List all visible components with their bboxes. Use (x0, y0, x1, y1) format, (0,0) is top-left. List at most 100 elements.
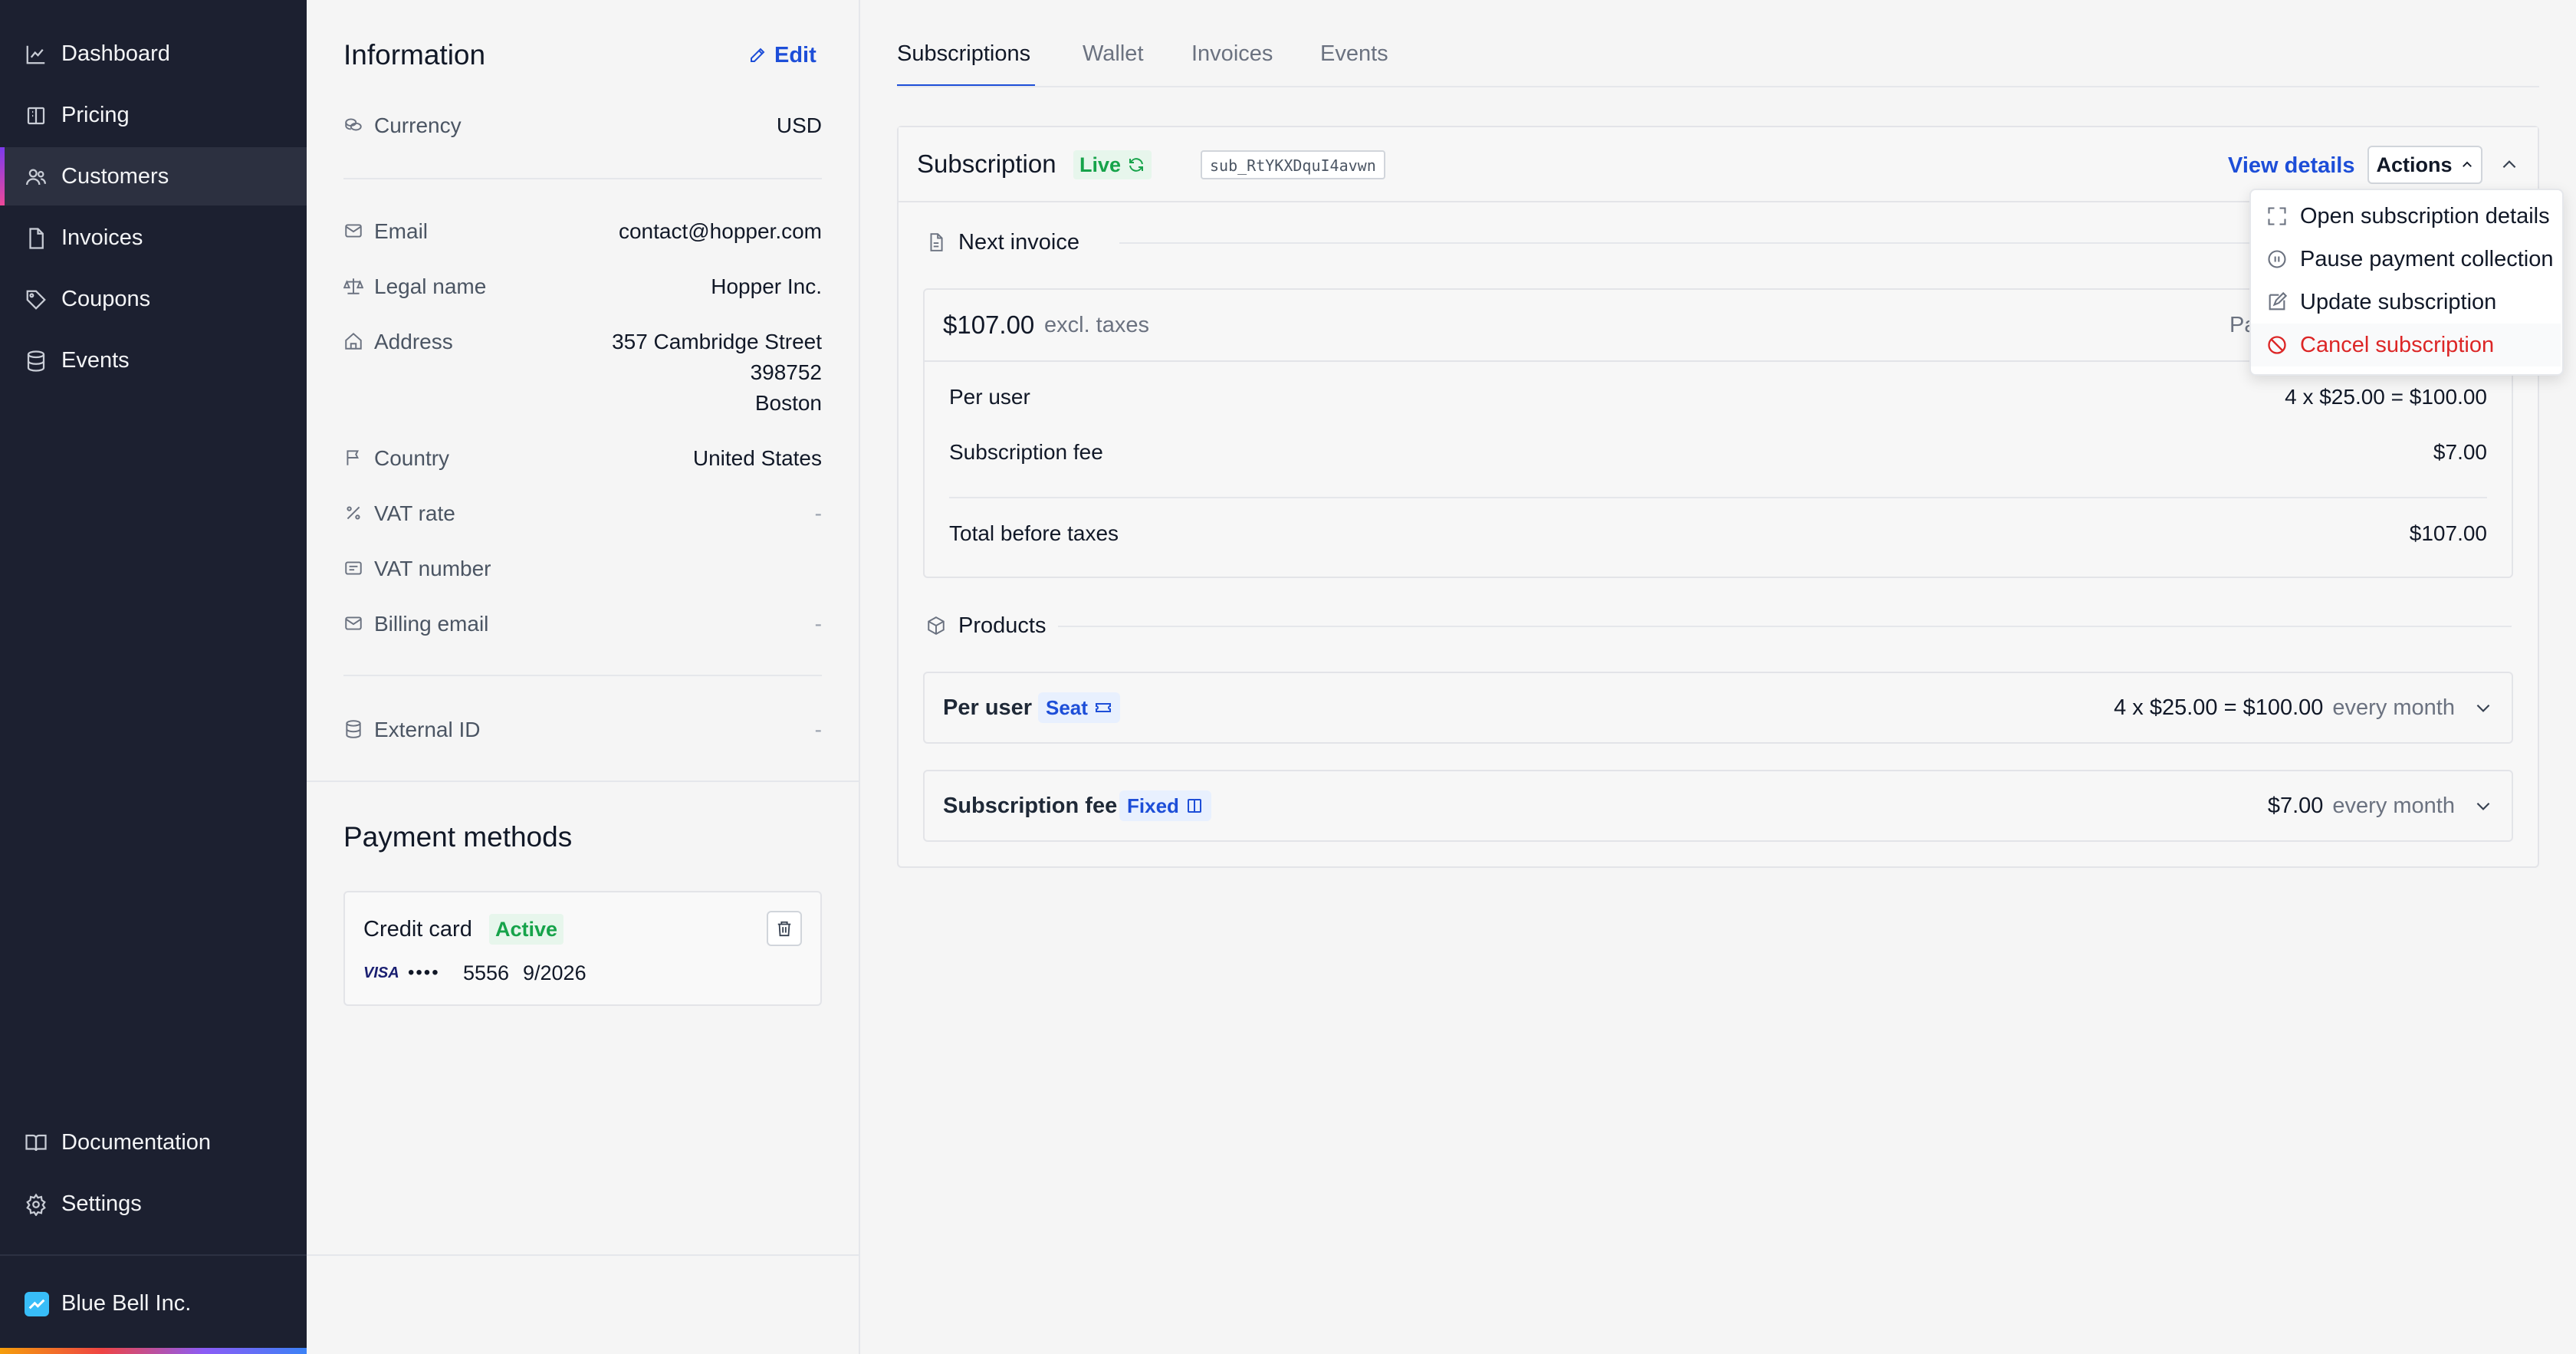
tab-subscriptions[interactable]: Subscriptions (897, 37, 1030, 71)
menu-item-open-details[interactable]: Open subscription details (2251, 195, 2561, 238)
live-badge: Live (1073, 150, 1152, 179)
product-row[interactable]: Per user Seat 4 x $25.00 = $100.00 every… (923, 672, 2513, 744)
product-price-value: 4 x $25.00 = $100.00 (2114, 695, 2324, 720)
sidebar-item-events[interactable]: Events (0, 331, 307, 389)
tag-icon (26, 290, 46, 310)
external-id-label: External ID (374, 718, 481, 741)
subscription-id[interactable]: sub_RtYKXDquI4avwn (1201, 150, 1385, 179)
actions-label: Actions (2376, 153, 2453, 176)
menu-item-cancel-subscription[interactable]: Cancel subscription (2251, 324, 2561, 366)
sidebar-item-documentation[interactable]: Documentation (0, 1113, 307, 1172)
divider (343, 675, 822, 676)
database-icon (346, 720, 361, 738)
address-line2: 398752 (750, 360, 822, 384)
brand-gradient-bar (0, 1348, 307, 1354)
sidebar-item-label: Customers (61, 164, 169, 189)
view-details-link[interactable]: View details (2228, 149, 2355, 182)
sidebar-item-dashboard[interactable]: Dashboard (0, 25, 307, 83)
sidebar-item-pricing[interactable]: Pricing (0, 86, 307, 144)
product-price: 4 x $25.00 = $100.00 every month (2114, 692, 2493, 723)
card-last4: 5556 (463, 961, 510, 984)
percent-icon (347, 506, 360, 520)
chart-line-icon (26, 45, 45, 64)
email-value[interactable]: contact@hopper.com (619, 216, 822, 247)
fixed-tag: Fixed (1119, 790, 1211, 821)
collapse-chevron-icon[interactable] (2499, 155, 2519, 175)
line-value: $7.00 (2433, 440, 2487, 464)
mail-icon (345, 224, 362, 238)
main-content: Subscriptions Wallet Invoices Events Sub… (860, 0, 2576, 1354)
sidebar-item-label: Dashboard (61, 41, 170, 66)
sidebar-item-label: Settings (61, 1191, 142, 1216)
product-price: $7.00 every month (2268, 790, 2493, 821)
pause-icon (2268, 250, 2286, 268)
menu-item-label: Update subscription (2300, 290, 2497, 314)
file-text-icon (930, 233, 943, 251)
card-type: Credit card (363, 917, 472, 942)
section-divider (307, 781, 859, 782)
book-icon (1187, 799, 1201, 813)
trash-icon (777, 921, 791, 937)
product-period: every month (2332, 793, 2455, 818)
delete-payment-button[interactable] (767, 911, 802, 946)
product-period: every month (2332, 695, 2455, 720)
sidebar-item-label: Documentation (61, 1130, 212, 1155)
gear-icon (26, 1193, 46, 1216)
section-divider (307, 1254, 859, 1256)
email-row: Email contact@hopper.com (343, 216, 822, 247)
ban-icon (2268, 336, 2286, 354)
currency-value: USD (776, 113, 822, 137)
org-switcher[interactable]: Blue Bell Inc. (0, 1274, 307, 1333)
expand-icon (2268, 207, 2286, 225)
live-label: Live (1079, 153, 1122, 176)
status-badge: Active (489, 914, 564, 945)
refresh-icon (1129, 158, 1144, 172)
address-label: Address (374, 330, 453, 353)
line-label: Per user (949, 385, 1030, 409)
mail-icon (345, 616, 362, 630)
customer-info-panel: Information Edit Currency USD Email cont… (307, 0, 860, 1354)
products-heading: Products (926, 610, 1046, 641)
payment-method-card: Credit card Active VISA •••• 5556 9/2026 (343, 891, 822, 1006)
country-row: Country United States (343, 443, 822, 474)
chevron-down-icon[interactable] (2473, 796, 2493, 816)
book-icon (27, 107, 45, 125)
ticket-icon (1095, 703, 1111, 712)
excl-taxes-label: excl. taxes (1044, 313, 1149, 337)
sidebar-item-invoices[interactable]: Invoices (0, 209, 307, 267)
external-id-value: - (814, 718, 822, 741)
line-value: 4 x $25.00 = $100.00 (2285, 385, 2487, 409)
seat-tag: Seat (1038, 692, 1120, 723)
tab-invoices[interactable]: Invoices (1191, 37, 1273, 71)
product-row[interactable]: Subscription fee Fixed $7.00 every month (923, 770, 2513, 842)
database-icon (27, 350, 45, 372)
menu-item-pause-collection[interactable]: Pause payment collection (2251, 238, 2561, 281)
sidebar-item-customers[interactable]: Customers (0, 147, 307, 205)
chevron-down-icon[interactable] (2473, 698, 2493, 718)
sidebar-item-label: Events (61, 348, 130, 373)
sidebar-item-settings[interactable]: Settings (0, 1175, 307, 1233)
book-open-icon (25, 1134, 47, 1152)
heading-rule (1058, 626, 2512, 627)
billing-email-value: - (814, 612, 822, 636)
tab-wallet[interactable]: Wallet (1083, 37, 1144, 71)
actions-button[interactable]: Actions (2367, 146, 2482, 184)
tab-events[interactable]: Events (1320, 37, 1388, 71)
actions-menu: Open subscription details Pause payment … (2249, 189, 2564, 376)
line-label: Subscription fee (949, 440, 1103, 464)
edit-button[interactable]: Edit (748, 40, 816, 71)
menu-item-update-subscription[interactable]: Update subscription (2251, 281, 2561, 324)
tabs-underline (897, 86, 2539, 87)
edit-label: Edit (774, 42, 816, 67)
product-tag: Seat (1046, 696, 1088, 719)
next-invoice-heading: Next invoice (926, 227, 1079, 258)
org-name: Blue Bell Inc. (61, 1291, 192, 1316)
sidebar-item-coupons[interactable]: Coupons (0, 270, 307, 328)
currency-row: Currency USD (343, 110, 822, 141)
card-dots: •••• (408, 962, 440, 983)
products-label: Products (958, 613, 1046, 638)
sidebar-item-label: Pricing (61, 103, 130, 127)
coins-icon (345, 118, 362, 131)
address-line3: Boston (754, 391, 822, 415)
menu-item-label: Pause payment collection (2300, 247, 2554, 271)
